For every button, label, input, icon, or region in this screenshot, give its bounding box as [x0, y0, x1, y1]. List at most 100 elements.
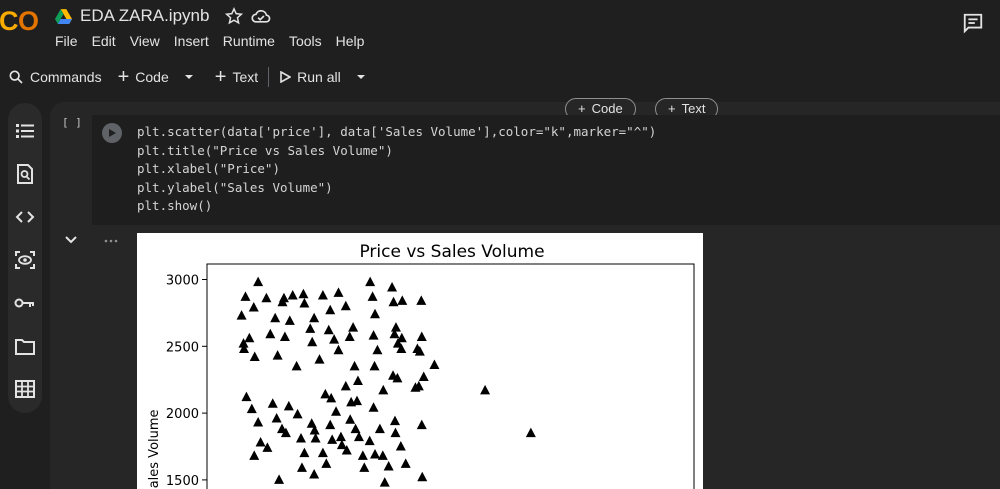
- scatter-point: [325, 304, 336, 315]
- menu-runtime[interactable]: Runtime: [223, 33, 275, 49]
- scatter-point: [321, 458, 332, 468]
- scatter-point: [265, 328, 276, 339]
- scatter-point: [236, 310, 247, 320]
- code-line: plt.scatter(data['price'], data['Sales V…: [137, 124, 657, 139]
- scatter-point: [429, 359, 440, 370]
- scatter-point: [345, 414, 356, 424]
- scatter-point: [372, 344, 383, 355]
- scatter-point: [317, 447, 328, 458]
- menu-file[interactable]: File: [55, 33, 78, 49]
- title-row: EDA ZARA.ipynb: [55, 4, 271, 28]
- secrets-key-icon[interactable]: [8, 289, 42, 317]
- scatter-point: [309, 312, 320, 323]
- scatter-point: [267, 398, 278, 408]
- logo-letter-o: O: [18, 6, 39, 36]
- scatter-point: [323, 324, 334, 335]
- chevron-down-icon[interactable]: [183, 71, 195, 83]
- code-snippets-icon[interactable]: [8, 203, 42, 231]
- scatter-point: [244, 332, 255, 343]
- commands-label: Commands: [30, 68, 102, 85]
- scatter-point: [287, 290, 298, 300]
- y-tick-label: 3000: [166, 274, 199, 289]
- toolbar-divider: [268, 66, 270, 87]
- chart-ylabel: Sales Volume: [147, 409, 162, 489]
- scatter-point: [333, 344, 344, 355]
- table-of-contents-icon[interactable]: [8, 117, 42, 145]
- files-icon[interactable]: [8, 332, 42, 360]
- scatter-point: [327, 434, 338, 444]
- comment-icon[interactable]: [962, 12, 984, 34]
- scatter-point: [278, 292, 289, 303]
- chevron-down-icon[interactable]: [64, 234, 78, 246]
- scatter-point: [416, 295, 427, 305]
- menu-help[interactable]: Help: [336, 33, 365, 49]
- scatter-point: [248, 302, 259, 312]
- commands-button[interactable]: Commands: [8, 69, 102, 85]
- menu-edit[interactable]: Edit: [92, 33, 116, 49]
- plus-icon: +: [117, 65, 130, 88]
- scatter-point: [357, 450, 368, 460]
- scatter-point: [374, 423, 385, 434]
- star-icon[interactable]: [225, 7, 244, 25]
- scatter-points: [236, 276, 536, 487]
- scatter-point: [299, 298, 310, 308]
- search-icon: [9, 70, 23, 84]
- scatter-point: [320, 388, 331, 399]
- run-all-button[interactable]: Run all: [279, 69, 341, 85]
- scatter-chart: Price vs Sales Volume 1500 2000 2500 3000 S…: [147, 242, 695, 489]
- scatter-point: [359, 462, 370, 472]
- toolbar: Commands + Code + Text Run all: [0, 60, 1000, 93]
- scatter-point: [246, 403, 257, 414]
- scatter-point: [298, 288, 309, 299]
- chevron-down-icon[interactable]: [355, 71, 367, 83]
- scatter-point: [383, 461, 394, 471]
- scatter-point: [249, 450, 260, 460]
- scatter-point: [369, 360, 380, 371]
- data-table-icon[interactable]: [8, 375, 42, 403]
- code-line: plt.xlabel("Price"): [137, 161, 280, 177]
- find-icon[interactable]: [8, 160, 42, 188]
- menu-bar: File Edit View Insert Runtime Tools Help: [55, 33, 364, 49]
- scatter-point: [364, 435, 375, 446]
- scatter-point: [367, 291, 378, 301]
- text-label: Text: [232, 68, 259, 85]
- menu-tools[interactable]: Tools: [289, 33, 322, 49]
- scatter-point: [417, 471, 428, 482]
- code-block[interactable]: plt.scatter(data['price'], data['Sales V…: [137, 123, 656, 216]
- y-tick-label: 2500: [166, 340, 199, 355]
- scatter-point: [270, 312, 281, 323]
- menu-insert[interactable]: Insert: [174, 33, 209, 49]
- play-icon: [280, 70, 292, 83]
- scatter-point: [390, 322, 401, 332]
- menu-view[interactable]: View: [130, 33, 160, 49]
- variables-icon[interactable]: [8, 246, 42, 274]
- plot-frame: [206, 263, 695, 489]
- scatter-point: [295, 432, 306, 443]
- more-dots-icon[interactable]: [104, 239, 118, 243]
- scatter-point: [525, 427, 536, 438]
- scatter-point: [307, 336, 318, 347]
- scatter-point: [305, 323, 316, 333]
- scatter-point: [335, 431, 346, 442]
- scatter-point: [331, 406, 342, 416]
- scatter-point: [309, 469, 320, 479]
- add-text-cell-label: Text: [681, 101, 706, 116]
- add-text-button[interactable]: + Text: [214, 65, 259, 88]
- notebook-title[interactable]: EDA ZARA.ipynb: [80, 6, 209, 26]
- scatter-point: [400, 458, 411, 468]
- code-line: plt.ylabel("Sales Volume"): [137, 179, 333, 195]
- add-code-button[interactable]: + Code: [117, 65, 169, 88]
- colab-logo[interactable]: C O: [0, 6, 42, 40]
- code-label: Code: [135, 68, 169, 85]
- scatter-point: [365, 276, 376, 287]
- scatter-point: [377, 450, 388, 460]
- scatter-point: [368, 402, 379, 412]
- run-all-label: Run all: [297, 68, 341, 85]
- plus-icon: +: [214, 65, 227, 88]
- scatter-point: [340, 300, 351, 311]
- play-icon: [109, 129, 116, 137]
- scatter-point: [352, 375, 363, 386]
- scatter-point: [397, 295, 408, 305]
- run-cell-button[interactable]: [102, 123, 122, 143]
- cloud-saved-icon[interactable]: [251, 7, 271, 25]
